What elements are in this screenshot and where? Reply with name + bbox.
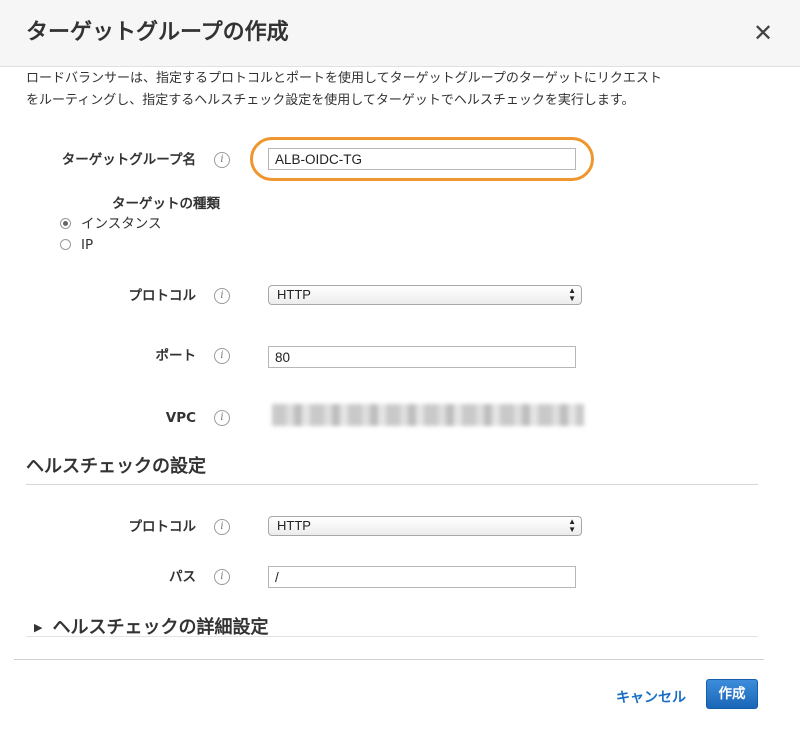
info-icon[interactable]: i (214, 519, 230, 535)
advanced-divider (26, 636, 758, 637)
vpc-value-redacted (272, 404, 584, 426)
description-line-2: をルーティングし、指定するヘルスチェック設定を使用してターゲットでヘルスチェック… (26, 93, 635, 108)
protocol-label: プロトコル (128, 288, 197, 304)
close-icon[interactable]: ✕ (748, 18, 778, 48)
radio-label-ip: IP (81, 237, 94, 253)
radio-label-instance: インスタンス (81, 216, 162, 232)
dialog-header: ターゲットグループの作成 ✕ (0, 0, 800, 67)
create-button[interactable]: 作成 (706, 679, 758, 709)
target-group-name-input[interactable] (268, 148, 576, 170)
target-group-name-label: ターゲットグループ名 (61, 152, 196, 168)
radio-button[interactable] (60, 239, 71, 250)
cancel-button[interactable]: キャンセル (616, 688, 686, 708)
target-type-label: ターゲットの種類 (112, 196, 220, 212)
select-arrows-icon: ▲ ▼ (568, 517, 576, 534)
info-icon[interactable]: i (214, 410, 230, 426)
radio-button-checked[interactable] (60, 218, 71, 229)
info-icon[interactable]: i (214, 288, 230, 304)
health-check-path-input[interactable] (268, 566, 576, 588)
health-check-path-label: パス (169, 569, 196, 585)
info-icon[interactable]: i (214, 152, 230, 168)
health-check-protocol-select[interactable]: HTTP ▲ ▼ (268, 516, 582, 536)
port-label: ポート (155, 348, 197, 364)
protocol-select-value: HTTP (277, 287, 311, 302)
description-line-1: ロードバランサーは、指定するプロトコルとポートを使用してターゲットグループのター… (26, 71, 662, 86)
vpc-label: VPC (165, 410, 196, 426)
radio-option-ip[interactable]: IP (60, 236, 93, 254)
health-check-protocol-label: プロトコル (128, 519, 197, 535)
dialog-title: ターゲットグループの作成 (26, 20, 289, 45)
health-check-section-title: ヘルスチェックの設定 (26, 456, 206, 477)
advanced-health-check-label: ヘルスチェックの詳細設定 (52, 617, 269, 638)
select-arrows-icon: ▲ ▼ (568, 286, 576, 303)
section-divider (26, 484, 758, 485)
info-icon[interactable]: i (214, 348, 230, 364)
radio-option-instance[interactable]: インスタンス (60, 215, 161, 233)
health-check-protocol-value: HTTP (277, 518, 311, 533)
triangle-right-icon: ▶ (34, 621, 43, 634)
protocol-select[interactable]: HTTP ▲ ▼ (268, 285, 582, 305)
dialog-description: ロードバランサーは、指定するプロトコルとポートを使用してターゲットグループのター… (26, 68, 766, 112)
port-input[interactable] (268, 346, 576, 368)
info-icon[interactable]: i (214, 569, 230, 585)
footer-divider (14, 659, 764, 660)
